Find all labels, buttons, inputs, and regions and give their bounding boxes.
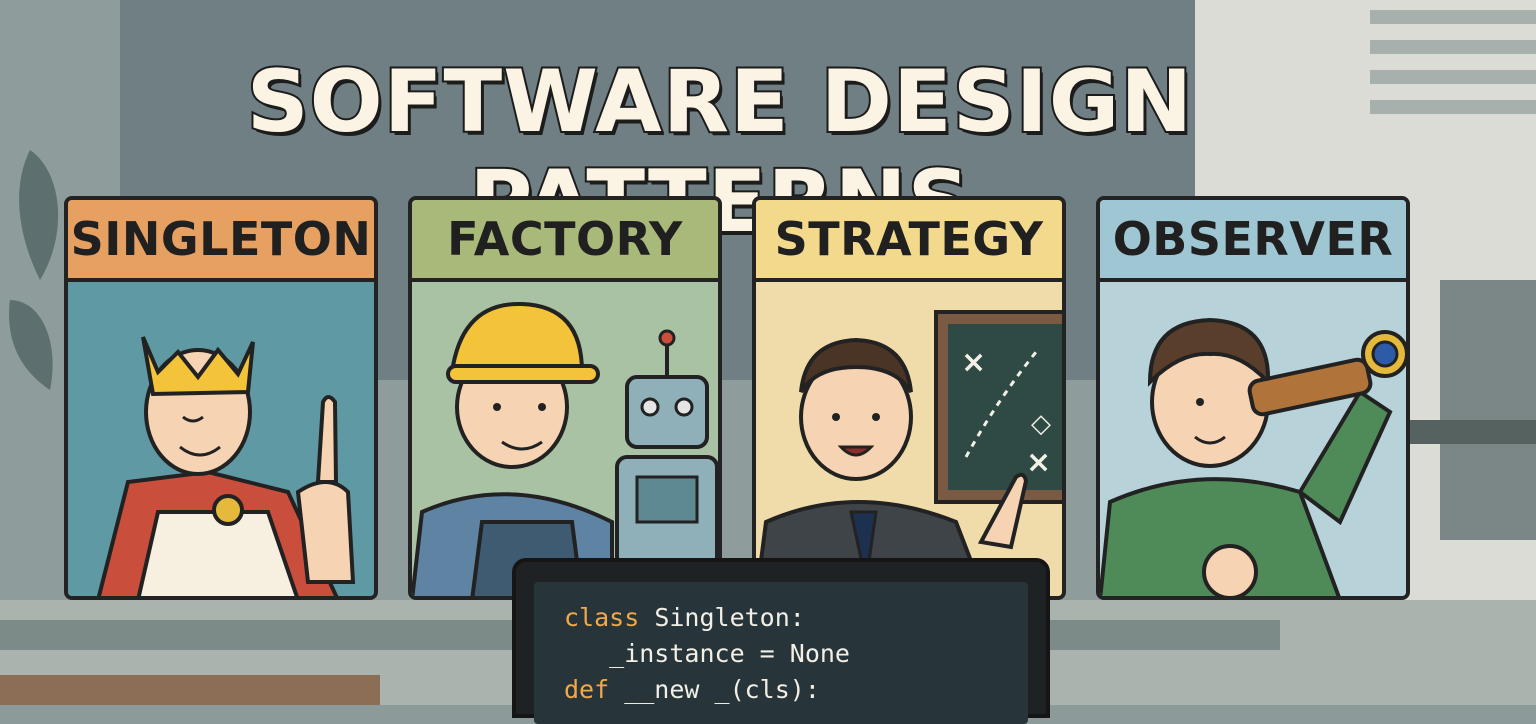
card-factory-label: FACTORY [447,212,683,266]
code-line-1: class Singleton: [564,603,805,632]
laptop: class Singleton: _instance = None def __… [512,558,1050,724]
svg-text:◇: ◇ [1031,409,1051,439]
card-singleton-header: SINGLETON [68,200,374,282]
king-with-crown-icon [68,282,374,596]
code-line-3: def __new _(cls): [564,675,820,704]
code-block: class Singleton: _instance = None def __… [564,600,850,708]
laptop-screen: class Singleton: _instance = None def __… [534,582,1028,724]
businessman-with-chalkboard-icon: × ◇ × [756,282,1062,596]
svg-text:×: × [1026,445,1051,480]
card-singleton-label: SINGLETON [70,212,372,266]
card-factory: FACTORY [408,196,722,600]
card-strategy: STRATEGY × ◇ × [752,196,1066,600]
card-factory-header: FACTORY [412,200,718,282]
card-strategy-label: STRATEGY [774,212,1044,266]
worker-with-robot-icon [412,282,718,596]
card-observer-label: OBSERVER [1112,212,1394,266]
card-observer: OBSERVER [1096,196,1410,600]
person-with-telescope-icon [1100,282,1406,596]
svg-text:×: × [961,345,986,380]
code-line-2: _instance = None [564,639,850,668]
card-singleton: SINGLETON [64,196,378,600]
card-strategy-header: STRATEGY [756,200,1062,282]
card-observer-header: OBSERVER [1100,200,1406,282]
